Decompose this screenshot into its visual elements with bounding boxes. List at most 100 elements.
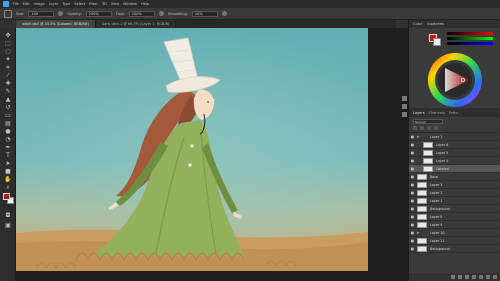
layer-row[interactable]: ● Base <box>409 173 500 181</box>
layer-row[interactable]: ● Layer 4 <box>409 157 500 165</box>
menu-view[interactable]: View <box>111 0 119 8</box>
menu-edit[interactable]: Edit <box>23 0 30 8</box>
shape-icon[interactable]: ■ <box>4 168 12 176</box>
visibility-eye-icon[interactable]: ● <box>409 245 416 253</box>
healing-icon[interactable]: ✚ <box>4 80 12 88</box>
add-mask-icon[interactable] <box>465 275 469 279</box>
menu-3d[interactable]: 3D <box>102 0 107 8</box>
brush-icon[interactable]: ✎ <box>4 88 12 96</box>
green-slider[interactable] <box>447 37 493 40</box>
opacity-field[interactable]: 100% <box>85 10 112 17</box>
gradient-icon[interactable]: ▤ <box>4 120 12 128</box>
type-icon[interactable]: T <box>4 152 12 160</box>
stamp-icon[interactable]: ▲ <box>4 96 12 104</box>
blur-icon[interactable]: ● <box>4 128 12 136</box>
layer-row[interactable]: ● ▸ Layer 7 <box>409 133 500 141</box>
properties-panel-icon[interactable] <box>401 104 407 109</box>
layer-row[interactable]: ● Background <box>409 245 500 253</box>
adjustment-layer-icon[interactable] <box>472 275 476 279</box>
history-icon[interactable]: ↺ <box>4 104 12 112</box>
panel-background-swatch[interactable] <box>433 38 441 46</box>
dodge-icon[interactable]: ◔ <box>4 136 12 144</box>
flow-field[interactable]: 100% <box>128 10 155 17</box>
layer-row[interactable]: ● Layer 2 <box>409 189 500 197</box>
visibility-eye-icon[interactable]: ● <box>409 181 416 189</box>
wand-icon[interactable]: ✦ <box>4 56 12 64</box>
smoothing-field[interactable]: 10% <box>191 10 218 17</box>
menu-filter[interactable]: Filter <box>89 0 98 8</box>
marquee-icon[interactable]: ⬚ <box>4 40 12 48</box>
tab-swatches[interactable]: Swatches <box>427 22 444 26</box>
visibility-eye-icon[interactable]: ● <box>409 173 416 181</box>
layer-row-selected[interactable]: ● Colored <box>409 165 500 173</box>
quick-mask-icon[interactable]: ◘ <box>4 212 12 220</box>
visibility-eye-icon[interactable]: ● <box>409 237 416 245</box>
brush-panel-icon[interactable] <box>401 112 407 117</box>
visibility-eye-icon[interactable]: ● <box>409 205 416 213</box>
visibility-eye-icon[interactable]: ● <box>409 157 416 165</box>
visibility-eye-icon[interactable]: ● <box>409 149 416 157</box>
visibility-eye-icon[interactable]: ● <box>409 141 416 149</box>
move-icon[interactable]: ✥ <box>4 32 12 40</box>
tab-witch[interactable]: witch.psd @ 33.3% (Colored, RGB/8#) <box>16 20 96 28</box>
airbrush-icon[interactable] <box>158 11 164 16</box>
layer-row[interactable]: ● Layer 1 <box>409 197 500 205</box>
pen-icon[interactable]: ✒ <box>4 144 12 152</box>
layer-row[interactable]: ● Layer 5 <box>409 149 500 157</box>
menu-layer[interactable]: Layer <box>49 0 59 8</box>
blue-slider[interactable] <box>447 42 493 45</box>
visibility-eye-icon[interactable]: ● <box>409 133 416 141</box>
path-icon[interactable]: ➤ <box>4 160 12 168</box>
menu-window[interactable]: Window <box>123 0 137 8</box>
foreground-color-swatch[interactable] <box>3 193 10 200</box>
lasso-icon[interactable]: ◌ <box>4 48 12 56</box>
visibility-eye-icon[interactable]: ● <box>409 229 416 237</box>
menu-image[interactable]: Image <box>34 0 45 8</box>
visibility-eye-icon[interactable]: ● <box>409 221 416 229</box>
blend-mode-select[interactable]: Normal <box>413 119 443 124</box>
layer-row[interactable]: ● Layer 9 <box>409 221 500 229</box>
layer-row[interactable]: ● ▸ Layer 10 <box>409 229 500 237</box>
tab-channels[interactable]: Channels <box>429 111 445 115</box>
menu-file[interactable]: File <box>13 0 19 8</box>
visibility-eye-icon[interactable]: ● <box>409 165 416 173</box>
eyedropper-icon[interactable]: ⁄ <box>4 72 12 80</box>
lock-pixels-icon[interactable] <box>420 126 424 130</box>
fx-icon[interactable] <box>458 275 462 279</box>
lock-all-icon[interactable] <box>434 126 438 130</box>
link-layers-icon[interactable] <box>451 275 455 279</box>
zoom-icon[interactable]: ⌕ <box>4 184 12 192</box>
screen-mode-icon[interactable]: ▣ <box>4 222 12 230</box>
layer-row[interactable]: ● Layer 8 <box>409 213 500 221</box>
visibility-eye-icon[interactable]: ● <box>409 197 416 205</box>
smoothing-options-icon[interactable] <box>221 11 227 16</box>
delete-layer-icon[interactable] <box>493 275 497 279</box>
eraser-icon[interactable]: ▭ <box>4 112 12 120</box>
color-wheel[interactable] <box>425 50 485 110</box>
tab-paths[interactable]: Paths <box>449 111 459 115</box>
menu-type[interactable]: Type <box>62 0 70 8</box>
tab-layers[interactable]: Layers <box>413 111 425 115</box>
visibility-eye-icon[interactable]: ● <box>409 189 416 197</box>
layer-row[interactable]: ● Layer 6 <box>409 141 500 149</box>
menu-select[interactable]: Select <box>74 0 85 8</box>
visibility-eye-icon[interactable]: ● <box>409 213 416 221</box>
history-panel-icon[interactable] <box>401 96 407 101</box>
new-layer-icon[interactable] <box>486 275 490 279</box>
layer-row[interactable]: ● Background <box>409 205 500 213</box>
brush-preset-icon[interactable] <box>4 9 12 18</box>
crop-icon[interactable]: ⌗ <box>4 64 12 72</box>
layer-row[interactable]: ● Layer 11 <box>409 237 500 245</box>
hand-icon[interactable]: ✋ <box>4 176 12 184</box>
menu-help[interactable]: Help <box>141 0 149 8</box>
tab-color[interactable]: Color <box>413 22 422 26</box>
tab-untitled[interactable]: Sans titre-1 @ 66.7% (Layer 1, RGB/8) <box>95 20 177 28</box>
lock-position-icon[interactable] <box>427 126 431 130</box>
layer-row[interactable]: ● Layer 3 <box>409 181 500 189</box>
document-canvas[interactable] <box>16 28 368 271</box>
red-slider[interactable] <box>447 32 493 35</box>
new-group-icon[interactable] <box>479 275 483 279</box>
size-field[interactable]: 100 <box>28 10 55 17</box>
lock-transparent-icon[interactable] <box>413 126 417 130</box>
brush-settings-icon[interactable] <box>58 11 64 16</box>
